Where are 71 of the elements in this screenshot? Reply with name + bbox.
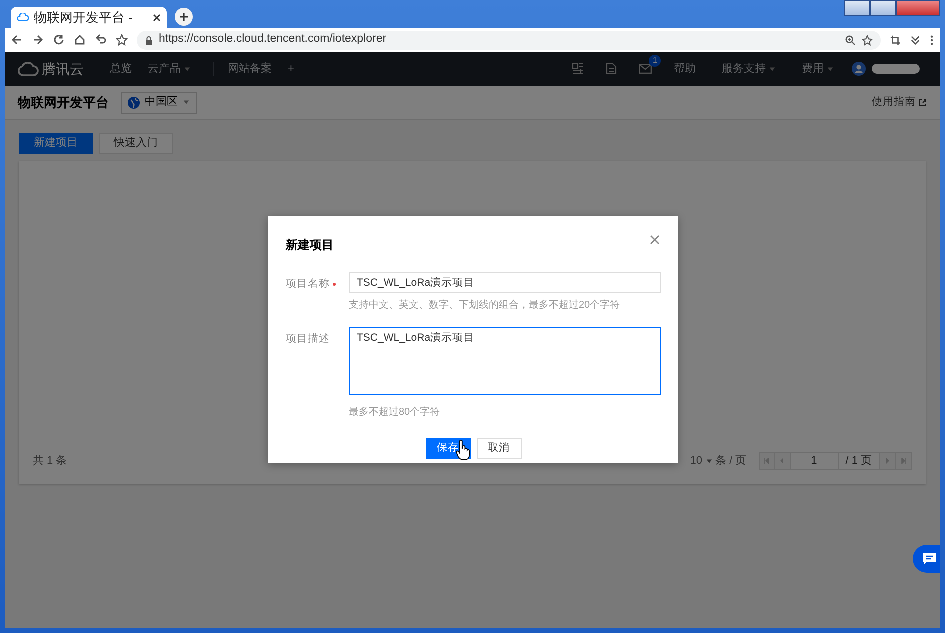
file-icon[interactable]	[606, 63, 617, 75]
caret-icon	[183, 99, 190, 106]
minimize-button[interactable]	[844, 0, 870, 16]
page-input[interactable]: 1	[790, 452, 839, 470]
page-size-select[interactable]: 10	[690, 452, 713, 470]
next-page-icon	[884, 458, 890, 464]
plus-icon	[179, 12, 189, 22]
nav-item[interactable]: 服务支持	[714, 60, 784, 78]
notification-badge: 1	[649, 55, 662, 67]
page-title: 物联网开发平台	[18, 94, 109, 112]
new-tab-button[interactable]	[175, 8, 193, 26]
crop-icon[interactable]	[890, 34, 901, 46]
action-button[interactable]: 快速入门	[99, 133, 173, 154]
maximize-button[interactable]	[870, 0, 896, 16]
address-bar[interactable]: https://console.cloud.tencent.com/iotexplorer	[137, 30, 881, 50]
caret-icon	[184, 66, 191, 72]
lock-icon	[145, 36, 153, 44]
field-hint: 最多不超过80个字符	[349, 406, 442, 420]
text-input[interactable]: TSC_WL_LoRa演示项目	[349, 272, 661, 293]
star-icon[interactable]	[116, 34, 128, 46]
globe-icon	[128, 96, 140, 108]
close-icon	[650, 235, 660, 245]
document-icon[interactable]	[572, 63, 584, 75]
page-total: / 1 页	[838, 452, 880, 470]
region-select[interactable]: 中国区	[121, 92, 197, 114]
star-icon[interactable]	[862, 34, 873, 46]
caret-icon	[827, 66, 834, 72]
undo-icon[interactable]	[95, 34, 107, 46]
last-page-icon	[900, 458, 906, 464]
required-mark	[333, 282, 336, 286]
nav-item[interactable]: 总览	[102, 60, 140, 78]
forward-icon[interactable]	[32, 34, 44, 46]
caret-icon	[769, 66, 776, 72]
redaction-mark	[872, 64, 920, 74]
caret-icon	[706, 458, 713, 464]
prev-page-icon	[779, 458, 786, 464]
chevrons-icon[interactable]	[910, 34, 921, 46]
action-button[interactable]: 新建项目	[19, 133, 93, 154]
field-label: 项目描述	[286, 333, 330, 345]
external-link-icon	[919, 98, 927, 106]
home-icon[interactable]	[74, 34, 86, 46]
menu-icon[interactable]	[930, 34, 934, 46]
nav-item[interactable]: +	[280, 60, 302, 78]
per-page-label: 条 / 页	[716, 454, 747, 469]
close-button[interactable]	[896, 0, 940, 16]
avatar-icon[interactable]	[852, 62, 866, 76]
brand-name[interactable]: 腾讯云	[42, 58, 84, 80]
nav-item[interactable]: 网站备案	[220, 60, 280, 78]
chat-button[interactable]	[913, 545, 940, 573]
field-label: 项目名称	[286, 278, 330, 290]
tab-title: 物联网开发平台 -	[34, 8, 134, 27]
cloud-logo-icon	[17, 61, 39, 77]
dialog-button[interactable]: 取消	[476, 438, 522, 459]
close-icon[interactable]	[153, 14, 161, 22]
guide-link[interactable]: 使用指南	[872, 94, 927, 110]
nav-item[interactable]: 费用	[794, 60, 842, 78]
browser-tab[interactable]: 物联网开发平台 -	[11, 7, 167, 28]
reload-icon[interactable]	[53, 34, 65, 46]
zoom-icon[interactable]	[845, 34, 856, 46]
dialog-title: 新建项目	[286, 237, 334, 254]
back-icon[interactable]	[11, 34, 23, 46]
text-area[interactable]: TSC_WL_LoRa演示项目	[349, 327, 661, 395]
mail-icon[interactable]	[639, 64, 652, 74]
field-hint: 支持中文、英文、数字、下划线的组合，最多不超过20个字符	[349, 298, 622, 313]
chat-icon	[923, 553, 936, 565]
close-button[interactable]	[650, 235, 662, 247]
cloud-icon	[17, 13, 29, 22]
total-count: 共 1 条	[33, 454, 68, 469]
nav-item[interactable]: 帮助	[666, 60, 704, 78]
nav-item[interactable]: 云产品	[140, 60, 199, 78]
first-page-icon	[764, 458, 770, 464]
